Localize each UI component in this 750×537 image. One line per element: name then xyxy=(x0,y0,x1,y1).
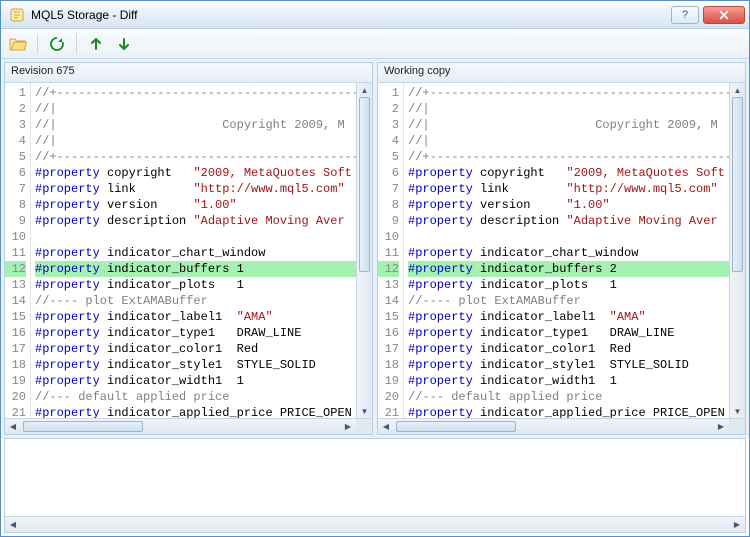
right-gutter: 1234567891011121314151617181920212223 xyxy=(378,83,404,418)
hscroll-thumb[interactable] xyxy=(396,421,516,432)
scroll-right-icon[interactable]: ▶ xyxy=(729,517,745,532)
scroll-right-icon[interactable]: ▶ xyxy=(713,419,729,434)
prev-diff-button[interactable] xyxy=(85,33,107,55)
right-code[interactable]: //+-------------------------------------… xyxy=(404,83,729,418)
close-button[interactable] xyxy=(703,6,745,24)
help-button[interactable]: ? xyxy=(671,6,699,24)
scroll-left-icon[interactable]: ◀ xyxy=(5,517,21,532)
open-folder-button[interactable] xyxy=(7,33,29,55)
bottom-panel: ◀ ▶ xyxy=(4,438,746,533)
left-code-area[interactable]: 1234567891011121314151617181920212223 //… xyxy=(5,83,372,418)
window-title: MQL5 Storage - Diff xyxy=(31,8,671,22)
left-pane-header: Revision 675 xyxy=(5,63,372,83)
refresh-button[interactable] xyxy=(46,33,68,55)
app-icon xyxy=(9,7,25,23)
scroll-left-icon[interactable]: ◀ xyxy=(5,419,21,434)
scroll-down-icon[interactable]: ▼ xyxy=(730,404,745,418)
hscroll-thumb[interactable] xyxy=(23,421,143,432)
scroll-down-icon[interactable]: ▼ xyxy=(357,404,372,418)
left-pane: Revision 675 123456789101112131415161718… xyxy=(4,62,373,435)
diff-window: MQL5 Storage - Diff ? Revision 675 12345… xyxy=(0,0,750,537)
scroll-left-icon[interactable]: ◀ xyxy=(378,419,394,434)
toolbar-separator xyxy=(37,34,38,54)
right-pane: Working copy 123456789101112131415161718… xyxy=(377,62,746,435)
scroll-up-icon[interactable]: ▲ xyxy=(730,83,745,97)
toolbar-separator xyxy=(76,34,77,54)
left-code[interactable]: //+-------------------------------------… xyxy=(31,83,356,418)
right-code-area[interactable]: 1234567891011121314151617181920212223 //… xyxy=(378,83,745,418)
right-vscrollbar[interactable]: ▲ ▼ xyxy=(729,83,745,418)
scroll-up-icon[interactable]: ▲ xyxy=(357,83,372,97)
left-vscrollbar[interactable]: ▲ ▼ xyxy=(356,83,372,418)
diff-panes: Revision 675 123456789101112131415161718… xyxy=(1,59,749,438)
scroll-thumb[interactable] xyxy=(732,97,743,272)
right-hscrollbar[interactable]: ◀ ▶ xyxy=(378,418,745,434)
bottom-content[interactable] xyxy=(5,439,745,516)
scroll-right-icon[interactable]: ▶ xyxy=(340,419,356,434)
title-bar[interactable]: MQL5 Storage - Diff ? xyxy=(1,1,749,29)
scroll-thumb[interactable] xyxy=(359,97,370,272)
left-gutter: 1234567891011121314151617181920212223 xyxy=(5,83,31,418)
next-diff-button[interactable] xyxy=(113,33,135,55)
toolbar xyxy=(1,29,749,59)
left-hscrollbar[interactable]: ◀ ▶ xyxy=(5,418,372,434)
bottom-hscrollbar[interactable]: ◀ ▶ xyxy=(5,516,745,532)
right-pane-header: Working copy xyxy=(378,63,745,83)
window-buttons: ? xyxy=(671,6,745,24)
